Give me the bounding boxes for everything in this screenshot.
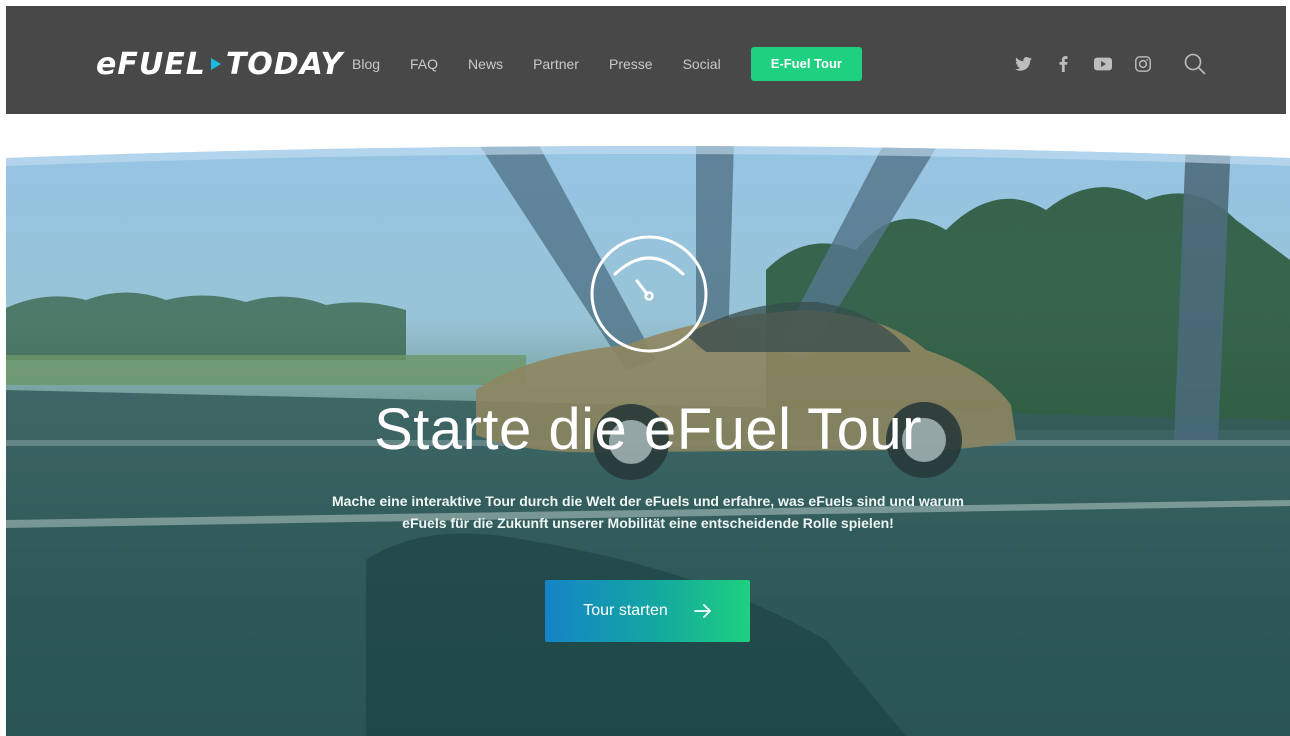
logo-text-efuel: eFUEL xyxy=(96,46,206,82)
hero-section: Starte die eFuel Tour Mache eine interak… xyxy=(6,140,1290,736)
nav-item-blog[interactable]: Blog xyxy=(352,56,380,72)
nav-item-partner[interactable]: Partner xyxy=(533,56,579,72)
hero-description: Mache eine interaktive Tour durch die We… xyxy=(298,490,998,534)
facebook-icon[interactable] xyxy=(1054,55,1072,73)
arrow-right-icon xyxy=(693,604,711,618)
logo-text-today: TODAY xyxy=(225,46,344,82)
social-links xyxy=(1014,46,1152,82)
twitter-icon[interactable] xyxy=(1014,55,1032,73)
efuel-tour-button[interactable]: E-Fuel Tour xyxy=(750,47,862,81)
tour-start-button[interactable]: Tour starten xyxy=(545,580,750,642)
hero-description-line2: eFuels für die Zukunft unserer Mobilität… xyxy=(402,515,894,531)
page: eFUEL TODAY Blog FAQ News Partner Presse… xyxy=(0,0,1290,736)
nav-item-faq[interactable]: FAQ xyxy=(410,56,438,72)
site-logo[interactable]: eFUEL TODAY xyxy=(96,46,343,82)
nav-item-presse[interactable]: Presse xyxy=(609,56,653,72)
site-header: eFUEL TODAY Blog FAQ News Partner Presse… xyxy=(6,6,1286,114)
logo-arrow-icon xyxy=(210,58,221,70)
hero-top-curve xyxy=(6,140,1290,166)
speedometer-icon xyxy=(590,235,708,353)
instagram-icon[interactable] xyxy=(1134,55,1152,73)
youtube-icon[interactable] xyxy=(1094,55,1112,73)
nav-item-news[interactable]: News xyxy=(468,56,503,72)
main-nav: Blog FAQ News Partner Presse Social E-Fu… xyxy=(352,42,862,86)
hero-description-line1: Mache eine interaktive Tour durch die We… xyxy=(332,493,964,509)
hero-title: Starte die eFuel Tour xyxy=(374,397,922,462)
search-icon[interactable] xyxy=(1184,53,1206,75)
nav-item-social[interactable]: Social xyxy=(683,56,721,72)
tour-start-label: Tour starten xyxy=(583,602,668,619)
